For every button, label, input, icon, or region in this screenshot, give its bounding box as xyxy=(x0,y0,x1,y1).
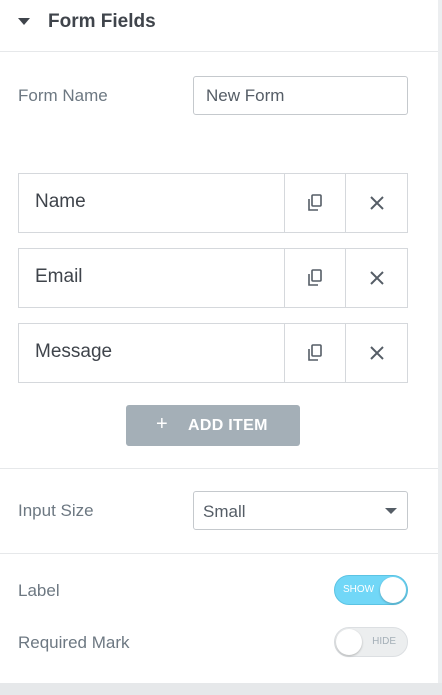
section-title: Form Fields xyxy=(48,11,156,32)
divider xyxy=(0,553,438,554)
add-item-label: ADD ITEM xyxy=(188,417,268,434)
form-name-input[interactable] xyxy=(193,76,408,115)
required-mark-toggle[interactable]: HIDE xyxy=(334,627,408,657)
duplicate-button[interactable] xyxy=(284,324,345,382)
repeater-item-label: Email xyxy=(35,266,83,287)
duplicate-button[interactable] xyxy=(284,249,345,307)
toggle-knob xyxy=(380,577,406,603)
input-size-selected-value: Small xyxy=(203,502,246,521)
repeater-item-title[interactable]: Email xyxy=(19,249,284,307)
label-toggle-label: Label xyxy=(18,581,60,600)
required-mark-label: Required Mark xyxy=(18,633,130,652)
form-name-label: Form Name xyxy=(18,86,108,105)
toggle-knob xyxy=(336,629,362,655)
remove-button[interactable] xyxy=(345,174,407,232)
remove-button[interactable] xyxy=(345,249,407,307)
input-size-select[interactable]: Small xyxy=(193,491,408,530)
duplicate-icon xyxy=(308,194,322,211)
duplicate-icon xyxy=(308,269,322,286)
repeater-item-label: Message xyxy=(35,341,113,362)
repeater-item-label: Name xyxy=(35,191,86,212)
repeater-item-email: Email xyxy=(18,248,408,308)
repeater-item-name: Name xyxy=(18,173,408,233)
duplicate-icon xyxy=(308,344,322,361)
repeater-item-title[interactable]: Message xyxy=(19,324,284,382)
editor-panel: Form Fields Form Name Name Email xyxy=(0,0,439,683)
repeater-item-title[interactable]: Name xyxy=(19,174,284,232)
chevron-down-icon xyxy=(385,508,397,514)
toggle-state-text: SHOW xyxy=(343,584,375,595)
caret-down-icon xyxy=(18,18,30,25)
close-icon xyxy=(369,271,384,285)
close-icon xyxy=(369,196,384,210)
label-show-toggle[interactable]: SHOW xyxy=(334,575,408,605)
panel-bottom-edge xyxy=(0,683,442,695)
scrollbar-track[interactable] xyxy=(438,0,442,695)
toggle-state-text: HIDE xyxy=(372,636,396,647)
divider xyxy=(0,468,438,469)
plus-icon: + xyxy=(156,413,168,435)
input-size-label: Input Size xyxy=(18,501,94,520)
remove-button[interactable] xyxy=(345,324,407,382)
close-icon xyxy=(369,346,384,360)
repeater-item-message: Message xyxy=(18,323,408,383)
form-fields-section-header[interactable]: Form Fields xyxy=(0,0,438,52)
add-item-button[interactable]: + ADD ITEM xyxy=(126,405,300,446)
duplicate-button[interactable] xyxy=(284,174,345,232)
